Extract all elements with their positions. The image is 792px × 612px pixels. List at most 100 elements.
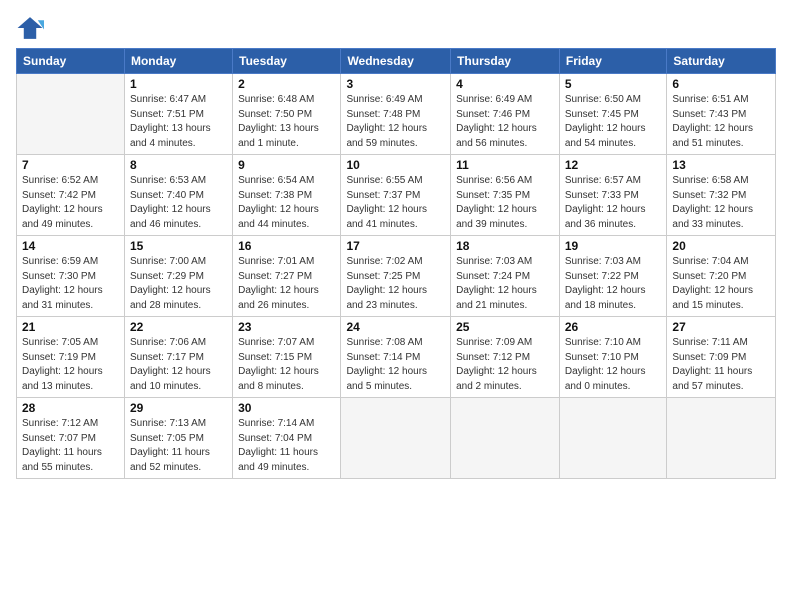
day-cell: 4 Sunrise: 6:49 AM Sunset: 7:46 PM Daylig… (451, 74, 560, 155)
day-info: Sunrise: 6:47 AM Sunset: 7:51 PM Dayligh… (130, 93, 227, 151)
day-number: 26 (565, 320, 662, 334)
day-number: 11 (456, 158, 554, 172)
page-container: SundayMondayTuesdayWednesdayThursdayFrid… (0, 0, 792, 487)
day-cell (559, 398, 667, 479)
day-cell: 16 Sunrise: 7:01 AM Sunset: 7:27 PM Dayli… (233, 236, 341, 317)
day-info: Sunrise: 7:03 AM Sunset: 7:22 PM Dayligh… (565, 255, 662, 313)
day-number: 18 (456, 239, 554, 253)
day-info: Sunrise: 7:02 AM Sunset: 7:25 PM Dayligh… (346, 255, 445, 313)
week-row-2: 7 Sunrise: 6:52 AM Sunset: 7:42 PM Daylig… (17, 155, 776, 236)
day-header-saturday: Saturday (667, 49, 776, 74)
day-info: Sunrise: 6:51 AM Sunset: 7:43 PM Dayligh… (672, 93, 770, 151)
day-info: Sunrise: 7:04 AM Sunset: 7:20 PM Dayligh… (672, 255, 770, 313)
day-number: 21 (22, 320, 119, 334)
day-number: 6 (672, 77, 770, 91)
day-info: Sunrise: 7:13 AM Sunset: 7:05 PM Dayligh… (130, 417, 227, 475)
day-cell: 9 Sunrise: 6:54 AM Sunset: 7:38 PM Daylig… (233, 155, 341, 236)
logo (16, 14, 46, 42)
day-number: 30 (238, 401, 335, 415)
day-cell: 13 Sunrise: 6:58 AM Sunset: 7:32 PM Dayli… (667, 155, 776, 236)
day-info: Sunrise: 7:03 AM Sunset: 7:24 PM Dayligh… (456, 255, 554, 313)
day-header-sunday: Sunday (17, 49, 125, 74)
day-number: 1 (130, 77, 227, 91)
day-number: 14 (22, 239, 119, 253)
day-number: 22 (130, 320, 227, 334)
day-number: 8 (130, 158, 227, 172)
day-info: Sunrise: 7:10 AM Sunset: 7:10 PM Dayligh… (565, 336, 662, 394)
day-header-tuesday: Tuesday (233, 49, 341, 74)
day-cell: 23 Sunrise: 7:07 AM Sunset: 7:15 PM Dayli… (233, 317, 341, 398)
day-number: 23 (238, 320, 335, 334)
day-number: 29 (130, 401, 227, 415)
day-cell: 20Sunrise: 7:04 AM Sunset: 7:20 PM Dayli… (667, 236, 776, 317)
day-cell: 17Sunrise: 7:02 AM Sunset: 7:25 PM Dayli… (341, 236, 451, 317)
day-number: 9 (238, 158, 335, 172)
day-number: 10 (346, 158, 445, 172)
day-number: 5 (565, 77, 662, 91)
day-info: Sunrise: 6:52 AM Sunset: 7:42 PM Dayligh… (22, 174, 119, 232)
day-info: Sunrise: 7:01 AM Sunset: 7:27 PM Dayligh… (238, 255, 335, 313)
day-cell: 28 Sunrise: 7:12 AM Sunset: 7:07 PM Dayli… (17, 398, 125, 479)
day-number: 15 (130, 239, 227, 253)
week-row-4: 21 Sunrise: 7:05 AM Sunset: 7:19 PM Dayli… (17, 317, 776, 398)
day-cell (341, 398, 451, 479)
day-info: Sunrise: 6:49 AM Sunset: 7:46 PM Dayligh… (456, 93, 554, 151)
day-number: 24 (346, 320, 445, 334)
day-cell: 25 Sunrise: 7:09 AM Sunset: 7:12 PM Dayli… (451, 317, 560, 398)
day-info: Sunrise: 6:49 AM Sunset: 7:48 PM Dayligh… (346, 93, 445, 151)
day-info: Sunrise: 7:00 AM Sunset: 7:29 PM Dayligh… (130, 255, 227, 313)
week-row-5: 28 Sunrise: 7:12 AM Sunset: 7:07 PM Dayli… (17, 398, 776, 479)
day-number: 27 (672, 320, 770, 334)
day-cell: 8 Sunrise: 6:53 AM Sunset: 7:40 PM Daylig… (124, 155, 232, 236)
day-cell: 26 Sunrise: 7:10 AM Sunset: 7:10 PM Dayli… (559, 317, 667, 398)
day-cell: 18 Sunrise: 7:03 AM Sunset: 7:24 PM Dayli… (451, 236, 560, 317)
day-info: Sunrise: 7:12 AM Sunset: 7:07 PM Dayligh… (22, 417, 119, 475)
day-cell (451, 398, 560, 479)
day-cell: 15 Sunrise: 7:00 AM Sunset: 7:29 PM Dayli… (124, 236, 232, 317)
day-header-friday: Friday (559, 49, 667, 74)
day-cell: 2 Sunrise: 6:48 AM Sunset: 7:50 PM Daylig… (233, 74, 341, 155)
day-number: 13 (672, 158, 770, 172)
day-number: 3 (346, 77, 445, 91)
day-info: Sunrise: 7:11 AM Sunset: 7:09 PM Dayligh… (672, 336, 770, 394)
day-info: Sunrise: 6:48 AM Sunset: 7:50 PM Dayligh… (238, 93, 335, 151)
day-number: 12 (565, 158, 662, 172)
day-info: Sunrise: 6:53 AM Sunset: 7:40 PM Dayligh… (130, 174, 227, 232)
day-number: 7 (22, 158, 119, 172)
day-info: Sunrise: 7:09 AM Sunset: 7:12 PM Dayligh… (456, 336, 554, 394)
day-cell: 22Sunrise: 7:06 AM Sunset: 7:17 PM Dayli… (124, 317, 232, 398)
day-info: Sunrise: 7:08 AM Sunset: 7:14 PM Dayligh… (346, 336, 445, 394)
day-cell: 1 Sunrise: 6:47 AM Sunset: 7:51 PM Daylig… (124, 74, 232, 155)
day-cell: 29 Sunrise: 7:13 AM Sunset: 7:05 PM Dayli… (124, 398, 232, 479)
day-header-thursday: Thursday (451, 49, 560, 74)
week-row-3: 14Sunrise: 6:59 AM Sunset: 7:30 PM Dayli… (17, 236, 776, 317)
day-cell: 19 Sunrise: 7:03 AM Sunset: 7:22 PM Dayli… (559, 236, 667, 317)
day-info: Sunrise: 6:58 AM Sunset: 7:32 PM Dayligh… (672, 174, 770, 232)
logo-icon (16, 14, 44, 42)
day-number: 2 (238, 77, 335, 91)
day-header-wednesday: Wednesday (341, 49, 451, 74)
day-cell: 5Sunrise: 6:50 AM Sunset: 7:45 PM Daylig… (559, 74, 667, 155)
day-cell: 30 Sunrise: 7:14 AM Sunset: 7:04 PM Dayli… (233, 398, 341, 479)
day-header-monday: Monday (124, 49, 232, 74)
day-number: 25 (456, 320, 554, 334)
day-cell: 10 Sunrise: 6:55 AM Sunset: 7:37 PM Dayli… (341, 155, 451, 236)
day-cell: 3 Sunrise: 6:49 AM Sunset: 7:48 PM Daylig… (341, 74, 451, 155)
day-info: Sunrise: 6:57 AM Sunset: 7:33 PM Dayligh… (565, 174, 662, 232)
day-cell: 7 Sunrise: 6:52 AM Sunset: 7:42 PM Daylig… (17, 155, 125, 236)
day-cell: 21 Sunrise: 7:05 AM Sunset: 7:19 PM Dayli… (17, 317, 125, 398)
day-info: Sunrise: 7:05 AM Sunset: 7:19 PM Dayligh… (22, 336, 119, 394)
day-cell: 24 Sunrise: 7:08 AM Sunset: 7:14 PM Dayli… (341, 317, 451, 398)
day-number: 19 (565, 239, 662, 253)
days-header-row: SundayMondayTuesdayWednesdayThursdayFrid… (17, 49, 776, 74)
day-number: 16 (238, 239, 335, 253)
day-cell: 6 Sunrise: 6:51 AM Sunset: 7:43 PM Daylig… (667, 74, 776, 155)
day-info: Sunrise: 7:07 AM Sunset: 7:15 PM Dayligh… (238, 336, 335, 394)
day-number: 28 (22, 401, 119, 415)
day-info: Sunrise: 7:14 AM Sunset: 7:04 PM Dayligh… (238, 417, 335, 475)
day-cell: 12 Sunrise: 6:57 AM Sunset: 7:33 PM Dayli… (559, 155, 667, 236)
day-info: Sunrise: 6:55 AM Sunset: 7:37 PM Dayligh… (346, 174, 445, 232)
day-number: 4 (456, 77, 554, 91)
day-cell: 11Sunrise: 6:56 AM Sunset: 7:35 PM Dayli… (451, 155, 560, 236)
day-info: Sunrise: 6:54 AM Sunset: 7:38 PM Dayligh… (238, 174, 335, 232)
